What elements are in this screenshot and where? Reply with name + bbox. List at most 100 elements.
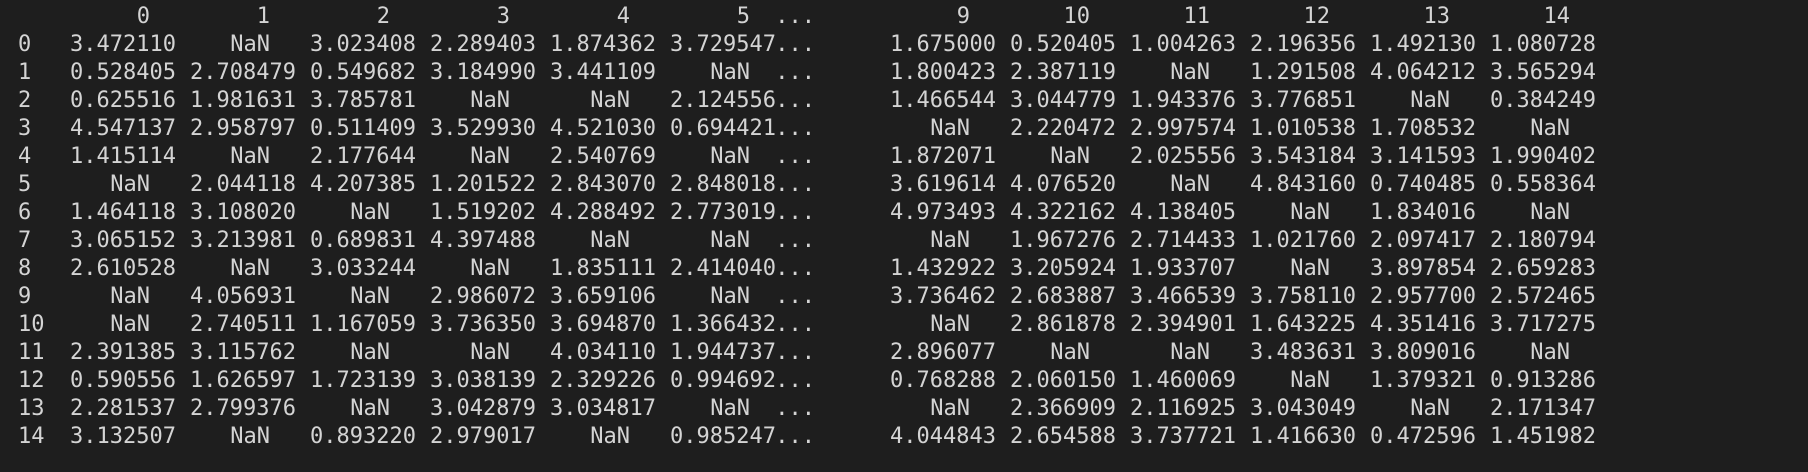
column-header: ... [775,4,815,29]
table-cell: 2.773019 [670,200,776,225]
table-cell: NaN [1410,88,1450,113]
table-cell: 4.034110 [550,340,656,365]
table-cell: 1.990402 [1490,144,1596,169]
table-cell: NaN [230,424,270,449]
table-cell: 2.097417 [1370,228,1476,253]
table-cell: 2.414040 [670,256,776,281]
column-header: 11 [1183,4,1211,29]
table-cell: 1.201522 [430,172,536,197]
table-cell: 0.694421 [670,116,776,141]
table-cell: 4.843160 [1250,172,1356,197]
table-cell: 0.985247 [670,424,776,449]
table-cell: 1.874362 [550,32,656,57]
row-index: 1 [18,60,32,85]
table-cell: 1.167059 [310,312,416,337]
table-cell: NaN [230,32,270,57]
table-cell: 1.466544 [890,88,996,113]
table-cell: NaN [470,144,510,169]
table-cell: 2.714433 [1130,228,1236,253]
table-cell: 0.913286 [1490,368,1596,393]
table-cell: ... [775,396,815,421]
table-cell: ... [775,284,815,309]
table-cell: ... [775,228,815,253]
table-cell: 2.025556 [1130,144,1236,169]
table-cell: NaN [710,144,750,169]
table-row: 4 1.415114 NaN 2.177644 NaN 2.540769 NaN... 1.8… [0,143,1808,171]
table-cell: 4.044843 [890,424,996,449]
table-row: 6 1.464118 3.108020 NaN 1.519202 4.288492 2.77… [0,199,1808,227]
table-cell: 1.460069 [1130,368,1236,393]
table-cell: 0.511409 [310,116,416,141]
table-cell: ... [775,88,815,113]
column-header: 2 [376,4,390,29]
table-cell: 0.384249 [1490,88,1596,113]
table-cell: 2.391385 [70,340,176,365]
table-cell: 3.758110 [1250,284,1356,309]
table-cell: 0.768288 [890,368,996,393]
table-cell: NaN [1170,60,1210,85]
table-cell: 2.196356 [1250,32,1356,57]
table-cell: 2.654588 [1010,424,1116,449]
row-index: 13 [18,396,45,421]
table-cell: 3.038139 [430,368,536,393]
table-cell: 3.737721 [1130,424,1236,449]
table-cell: 2.281537 [70,396,176,421]
table-row: 14 3.132507 NaN 0.893220 2.979017 NaN 0.985247… [0,423,1808,451]
table-cell: 3.034817 [550,396,656,421]
table-cell: 2.289403 [430,32,536,57]
table-cell: NaN [350,284,390,309]
table-cell: 1.800423 [890,60,996,85]
table-cell: 1.723139 [310,368,416,393]
table-cell: ... [775,424,815,449]
table-cell: 1.626597 [190,368,296,393]
table-row: 7 3.065152 3.213981 0.689831 4.397488 NaN NaN.… [0,227,1808,255]
table-cell: 2.708479 [190,60,296,85]
table-row: 9 NaN 4.056931 NaN 2.986072 3.659106 NaN... 3.7… [0,283,1808,311]
table-cell: 2.610528 [70,256,176,281]
table-cell: 3.472110 [70,32,176,57]
row-index: 11 [18,340,45,365]
table-cell: 1.943376 [1130,88,1236,113]
table-cell: 2.366909 [1010,396,1116,421]
table-cell: 4.064212 [1370,60,1476,85]
table-cell: 2.861878 [1010,312,1116,337]
column-header: 1 [256,4,270,29]
table-cell: ... [775,144,815,169]
table-row: 13 2.281537 2.799376 NaN 3.042879 3.034817 NaN… [0,395,1808,423]
table-cell: 1.366432 [670,312,776,337]
table-cell: NaN [1170,340,1210,365]
table-cell: 1.835111 [550,256,656,281]
table-cell: 1.981631 [190,88,296,113]
table-cell: 2.124556 [670,88,776,113]
table-cell: ... [775,368,815,393]
table-cell: NaN [470,340,510,365]
table-cell: 1.464118 [70,200,176,225]
table-cell: NaN [1290,256,1330,281]
table-cell: NaN [1410,396,1450,421]
row-index: 12 [18,368,45,393]
table-cell: 3.033244 [310,256,416,281]
table-cell: NaN [1050,340,1090,365]
table-cell: 3.213981 [190,228,296,253]
table-cell: 0.994692 [670,368,776,393]
table-cell: 3.529930 [430,116,536,141]
table-cell: 4.322162 [1010,200,1116,225]
table-cell: 3.543184 [1250,144,1356,169]
table-row: 8 2.610528 NaN 3.033244 NaN 1.835111 2.414040.… [0,255,1808,283]
table-cell: 3.717275 [1490,312,1596,337]
row-index: 8 [18,256,32,281]
column-header: 3 [496,4,510,29]
table-row: 2 0.625516 1.981631 3.785781 NaN NaN 2.124556.… [0,87,1808,115]
table-cell: 2.329226 [550,368,656,393]
table-cell: ... [775,116,815,141]
table-cell: 1.291508 [1250,60,1356,85]
table-cell: 1.492130 [1370,32,1476,57]
table-cell: NaN [230,144,270,169]
table-cell: NaN [590,424,630,449]
table-cell: ... [775,172,815,197]
table-row: 3 4.547137 2.958797 0.511409 3.529930 4.52103… [0,115,1808,143]
table-cell: NaN [110,284,150,309]
dataframe-header-row: 0 1 2 3 4 5 ... 9 10 11 12 13 14 [0,3,1808,31]
column-header: 14 [1543,4,1571,29]
column-header: 5 [736,4,750,29]
